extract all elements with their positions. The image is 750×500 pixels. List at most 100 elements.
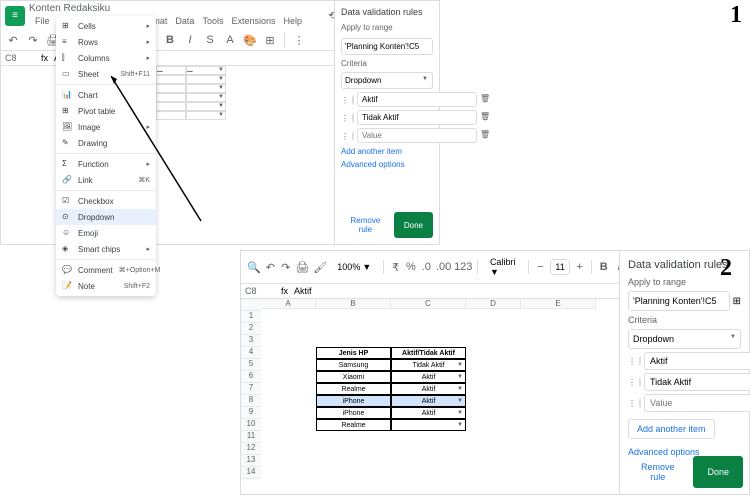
menu-emoji[interactable]: ☺Emoji xyxy=(56,225,156,241)
zoom-select[interactable]: 100% ▼ xyxy=(331,260,377,274)
menu-rows[interactable]: ≡Rows▸ xyxy=(56,34,156,50)
add-item-link[interactable]: Add another item xyxy=(341,147,433,156)
table-cell-selected[interactable]: iPhone xyxy=(316,395,391,407)
cell-reference[interactable]: C8 xyxy=(245,286,275,296)
color-chip[interactable] xyxy=(639,356,641,366)
more-icon[interactable]: ⋮ xyxy=(291,32,307,48)
doc-title[interactable]: Konten Redaksiku xyxy=(29,3,321,14)
done-button[interactable]: Done xyxy=(394,212,433,238)
menu-checkbox[interactable]: ☑Checkbox xyxy=(56,193,156,209)
fill-color-icon[interactable]: 🎨 xyxy=(242,32,258,48)
table-header-status[interactable]: Aktif/Tidak Aktif xyxy=(391,347,466,359)
table-cell-dropdown[interactable]: ▼ xyxy=(391,419,466,431)
remove-rule-button[interactable]: Remove rule xyxy=(626,456,689,488)
search-icon[interactable]: 🔍 xyxy=(247,259,261,275)
table-cell[interactable]: Realme xyxy=(316,419,391,431)
redo-icon[interactable]: ↷ xyxy=(280,259,291,275)
grid-select-icon[interactable]: ⊞ xyxy=(733,296,741,307)
criteria-value-2[interactable] xyxy=(357,110,477,125)
col-header-e[interactable]: E xyxy=(521,299,596,309)
redo-icon[interactable]: ↷ xyxy=(25,32,41,48)
col-header-b[interactable]: B xyxy=(316,299,391,309)
range-input[interactable] xyxy=(341,38,433,55)
menu-file[interactable]: File xyxy=(35,16,50,26)
menu-help[interactable]: Help xyxy=(283,16,302,26)
menu-comment[interactable]: 💬Comment⌘+Option+M xyxy=(56,262,156,278)
decimal-inc-icon[interactable]: .00 xyxy=(436,259,451,275)
bold-icon[interactable]: B xyxy=(162,32,178,48)
format-123-icon[interactable]: 123 xyxy=(455,259,471,275)
delete-icon[interactable]: 🗑 xyxy=(480,112,490,124)
drag-icon[interactable]: ⋮⋮ xyxy=(628,357,636,365)
strike-icon[interactable]: S xyxy=(202,32,218,48)
delete-icon[interactable]: 🗑 xyxy=(480,94,490,106)
criteria-dropdown[interactable]: Dropdown xyxy=(341,72,433,89)
table-cell[interactable]: iPhone xyxy=(316,407,391,419)
table-cell[interactable]: Realme xyxy=(316,383,391,395)
paint-icon[interactable]: 🖌 xyxy=(313,259,327,275)
remove-rule-button[interactable]: Remove rule xyxy=(341,212,390,238)
menu-data[interactable]: Data xyxy=(175,16,194,26)
col-header-a[interactable]: A xyxy=(261,299,316,309)
menu-function[interactable]: ΣFunction▸ xyxy=(56,156,156,172)
drag-icon[interactable]: ⋮⋮ xyxy=(341,96,349,104)
undo-icon[interactable]: ↶ xyxy=(5,32,21,48)
plus-icon[interactable]: + xyxy=(574,259,585,275)
range-input[interactable] xyxy=(628,291,730,311)
menu-smartchips[interactable]: ◈Smart chips▸ xyxy=(56,241,156,257)
criteria-value-2[interactable] xyxy=(644,373,750,391)
criteria-value-3[interactable] xyxy=(644,394,750,412)
undo-icon[interactable]: ↶ xyxy=(265,259,276,275)
decimal-dec-icon[interactable]: .0 xyxy=(421,259,432,275)
minus-icon[interactable]: − xyxy=(535,259,546,275)
criteria-dropdown[interactable]: Dropdown xyxy=(628,329,741,349)
menu-pivot[interactable]: ⊞Pivot table xyxy=(56,103,156,119)
font-size-input[interactable]: 11 xyxy=(550,259,570,275)
drag-icon[interactable]: ⋮⋮ xyxy=(341,132,349,140)
borders-icon[interactable]: ⊞ xyxy=(262,32,278,48)
menu-link[interactable]: 🔗Link⌘K xyxy=(56,172,156,188)
table-cell[interactable]: Xiaomi xyxy=(316,371,391,383)
table-cell-dropdown[interactable]: Tidak Aktif▼ xyxy=(391,359,466,371)
text-color-icon[interactable]: A xyxy=(222,32,238,48)
menu-drawing[interactable]: ✎Drawing xyxy=(56,135,156,151)
delete-icon[interactable]: 🗑 xyxy=(480,130,490,142)
advanced-options-link[interactable]: Advanced options xyxy=(341,160,433,169)
print-icon[interactable]: 🖨 xyxy=(295,259,309,275)
color-chip[interactable] xyxy=(352,113,354,123)
percent-icon[interactable]: % xyxy=(405,259,416,275)
col-header-d[interactable]: D xyxy=(466,299,521,309)
font-select[interactable]: Calibri ▼ xyxy=(484,255,522,279)
criteria-value-1[interactable] xyxy=(357,92,477,107)
done-button[interactable]: Done xyxy=(693,456,743,488)
col-header-c[interactable]: C xyxy=(391,299,466,309)
menu-image[interactable]: 🖼Image▸ xyxy=(56,119,156,135)
add-item-button[interactable]: Add another item xyxy=(628,419,715,439)
criteria-value-3[interactable] xyxy=(357,128,477,143)
table-cell-dropdown[interactable]: Aktif▼ xyxy=(391,383,466,395)
menu-extensions[interactable]: Extensions xyxy=(231,16,275,26)
table-cell-dropdown[interactable]: Aktif▼ xyxy=(391,407,466,419)
menu-tools[interactable]: Tools xyxy=(202,16,223,26)
menu-sheet[interactable]: ▭SheetShift+F11 xyxy=(56,66,156,82)
italic-icon[interactable]: I xyxy=(182,32,198,48)
color-chip[interactable] xyxy=(352,95,354,105)
drag-icon[interactable]: ⋮⋮ xyxy=(628,399,636,407)
table-cell-dropdown-selected[interactable]: Aktif▼ xyxy=(391,395,466,407)
table-cell-dropdown[interactable]: Aktif▼ xyxy=(391,371,466,383)
formula-value[interactable]: Aktif xyxy=(294,286,312,296)
color-chip[interactable] xyxy=(639,398,641,408)
table-cell[interactable]: Samsung xyxy=(316,359,391,371)
currency-icon[interactable]: ₹ xyxy=(390,259,401,275)
color-chip[interactable] xyxy=(352,131,354,141)
drag-icon[interactable]: ⋮⋮ xyxy=(628,378,636,386)
menu-chart[interactable]: 📊Chart xyxy=(56,87,156,103)
cell-reference[interactable]: C8 xyxy=(5,53,35,63)
menu-dropdown[interactable]: ⊙Dropdown xyxy=(56,209,156,225)
bold-icon[interactable]: B xyxy=(598,259,609,275)
drag-icon[interactable]: ⋮⋮ xyxy=(341,114,349,122)
criteria-value-1[interactable] xyxy=(644,352,750,370)
table-header-name[interactable]: Jenis HP xyxy=(316,347,391,359)
menu-columns[interactable]: ⫿Columns▸ xyxy=(56,50,156,66)
color-chip[interactable] xyxy=(639,377,641,387)
